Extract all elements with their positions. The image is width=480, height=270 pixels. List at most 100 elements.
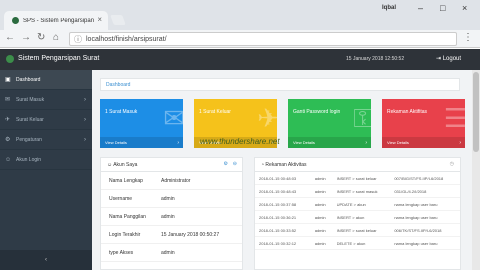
sidebar-item-surat-keluar[interactable]: ✈ Surat Keluar › [0, 110, 92, 130]
activity-detail: 006/TK/ST/FS.IIP/I-6/2018 [394, 227, 442, 233]
history-icon: ☰ [443, 103, 465, 133]
app-header: Sistem Pengarsipan Surat 15 January 2018… [0, 49, 480, 70]
sidebar-collapse-button[interactable]: ‹ [0, 250, 92, 270]
activity-row: 2018-01-15 00:33:52 admin INSERT > surat k… [255, 224, 460, 237]
activity-user: admin [314, 227, 326, 233]
activity-user: admin [314, 188, 326, 194]
browser-titlebar: SPS - Sistem Pengarsipan × Iqbal – □ × [0, 0, 480, 30]
account-row: Login Terakhir 15 January 2018 00:50:27 [101, 226, 242, 244]
back-icon[interactable]: ← [5, 32, 15, 43]
breadcrumb-dashboard[interactable]: Dashboard [106, 82, 130, 88]
sidebar-item-label: Pengaturan [16, 136, 42, 143]
browser-tab[interactable]: SPS - Sistem Pengarsipan × [4, 11, 108, 30]
new-tab-button[interactable] [110, 15, 126, 25]
home-icon[interactable]: ⌂ [53, 32, 59, 43]
card-title: 1 Surat Masuk [105, 109, 138, 115]
activity-user: admin [314, 175, 326, 181]
activity-row: 2018-01-15 00:32:12 admin DELETE > akun nam… [255, 237, 460, 250]
activity-action: INSERT > surat masuk [336, 188, 378, 194]
activity-user: admin [314, 201, 326, 207]
site-favicon-icon [12, 17, 19, 24]
activity-action: INSERT > akun [336, 214, 365, 220]
user-icon: ☺ [5, 156, 12, 163]
url-host: localhost [86, 35, 114, 43]
browser-menu-icon[interactable]: ⋮ [463, 32, 473, 43]
card-rekaman-aktifitas[interactable]: ☰ Rekaman Aktifitas View Details › [382, 99, 465, 148]
activity-row: 2018-01-15 00:48:03 admin INSERT > surat k… [255, 172, 460, 185]
activity-detail: nama lengkap user baru [394, 214, 438, 220]
sidebar-item-label: Dashboard [16, 76, 41, 83]
url-input[interactable]: ⓘ localhost/finish/arsipsurat/ [69, 32, 457, 46]
activity-time: 2018-01-15 00:33:52 [259, 227, 297, 233]
chevron-right-icon: › [365, 140, 367, 146]
sidebar-item-pengaturan[interactable]: ⚙ Pengaturan › [0, 130, 92, 150]
window-close-icon[interactable]: × [462, 3, 467, 13]
clock-icon[interactable]: ◷ [450, 161, 454, 167]
collapse-icon[interactable]: ⊖ [233, 161, 237, 167]
sidebar-item-label: Surat Masuk [16, 96, 45, 103]
chevron-left-icon: ‹ [45, 257, 47, 263]
logout-button[interactable]: ⇥ Logout [436, 55, 461, 62]
sidebar-item-label: Surat Keluar [16, 116, 44, 123]
page-scrollbar[interactable] [472, 70, 480, 270]
account-row: Username admin [101, 190, 242, 208]
dashboard-icon: ▣ [5, 77, 11, 83]
browser-window: SPS - Sistem Pengarsipan × Iqbal – □ × ←… [0, 0, 480, 270]
maximize-icon[interactable]: □ [440, 3, 445, 13]
chevron-right-icon: › [84, 96, 86, 103]
breadcrumb: Dashboard [100, 78, 460, 91]
tab-title: SPS - Sistem Pengarsipan [23, 17, 95, 24]
activity-list: 2018-01-15 00:48:03 admin INSERT > surat k… [255, 172, 460, 250]
scrollbar-thumb[interactable] [473, 72, 479, 152]
activity-detail: 031/GL/4.2/I/2018 [394, 188, 427, 194]
inbox-icon: ✉ [163, 103, 183, 133]
account-panel-title: Akun Saya [113, 162, 138, 168]
sidebar-item-dashboard[interactable]: ▣ Dashboard [0, 70, 92, 90]
header-datetime: 15 January 2018 12:50:52 [346, 56, 405, 62]
activity-time: 2018-01-15 00:48:03 [259, 175, 297, 181]
tab-close-icon[interactable]: × [97, 15, 102, 24]
activity-time: 2018-01-15 00:37:58 [259, 201, 297, 207]
app-logo-icon [6, 55, 14, 63]
key-icon: ⚿ [353, 103, 371, 133]
sidebar-item-akun-login[interactable]: ☺ Akun Login [0, 150, 92, 170]
reload-icon[interactable]: ↻ [37, 32, 45, 43]
chevron-right-icon: › [84, 116, 86, 123]
account-row: type Akses admin [101, 244, 242, 262]
sidebar-item-surat-masuk[interactable]: ✉ Surat Masuk › [0, 90, 92, 110]
activity-detail: nama lengkap user baru [394, 240, 438, 246]
card-title: Rekaman Aktifitas [387, 109, 428, 115]
settings-icon[interactable]: ⚙ [224, 161, 228, 167]
account-panel: ☺ Akun Saya ⚙ ⊖ Nama Lengkap Administrato… [100, 157, 243, 270]
inbox-icon: ✉ [5, 97, 11, 103]
account-panel-header: ☺ Akun Saya ⚙ ⊖ [101, 158, 242, 172]
chevron-right-icon: › [84, 136, 86, 143]
activity-row: 2018-01-15 00:36:21 admin INSERT > akun nam… [255, 211, 460, 224]
activity-user: admin [314, 214, 326, 220]
url-path: /finish/arsipsurat/ [113, 35, 167, 43]
view-details-link[interactable]: View Details › [288, 137, 371, 148]
app-brand[interactable]: Sistem Pengarsipan Surat [18, 55, 99, 62]
card-surat-masuk[interactable]: ✉ 1 Surat Masuk View Details › [100, 99, 183, 148]
info-icon: ⓘ [74, 34, 82, 44]
activity-panel-header: ◔ Rekaman Aktivitas ◷ [255, 158, 460, 172]
view-details-link[interactable]: View Details › [100, 137, 183, 148]
activity-action: DELETE > akun [336, 240, 366, 246]
card-ganti-password[interactable]: ⚿ Ganti Password login View Details › [288, 99, 371, 148]
activity-user: admin [314, 240, 326, 246]
activity-action: INSERT > surat keluar [336, 175, 377, 181]
account-row: Nama Panggilan admin [101, 208, 242, 226]
activity-time: 2018-01-15 00:48:43 [259, 188, 297, 194]
account-row: Nama Lengkap Administrator [101, 172, 242, 190]
forward-icon[interactable]: → [21, 32, 31, 43]
gear-icon: ⚙ [5, 137, 11, 143]
view-details-link[interactable]: View Details › [382, 137, 465, 148]
profile-name[interactable]: Iqbal [382, 5, 396, 11]
activity-panel: ◔ Rekaman Aktivitas ◷ 2018-01-15 00:48:0… [254, 157, 461, 270]
sidebar-item-label: Akun Login [16, 156, 42, 163]
minimize-icon[interactable]: – [418, 3, 423, 13]
activity-detail: 007/BIG/ST/FS.IIP/I-6/2018 [394, 175, 444, 181]
logout-label: Logout [442, 56, 462, 62]
watermark-text: www.thundershare.net [200, 137, 280, 146]
chevron-right-icon: › [459, 140, 461, 146]
